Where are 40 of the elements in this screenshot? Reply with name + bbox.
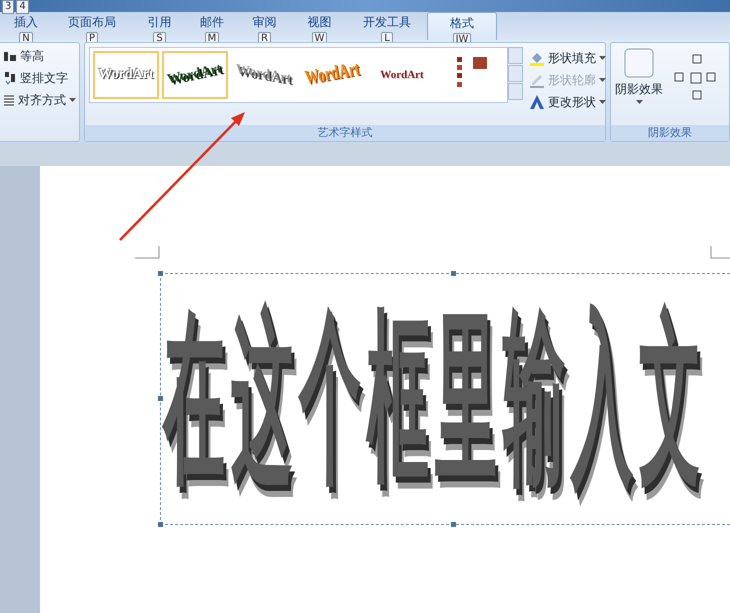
text-command[interactable]: 对齐方式 [3,89,76,111]
resize-handle[interactable] [158,271,163,276]
margin-corner-icon [135,246,161,260]
paint-bucket-icon [529,50,545,66]
wordart-style-thumbnail[interactable]: WordArt [93,51,159,99]
resize-handle[interactable] [158,396,163,401]
align-icon [3,94,15,106]
text-command[interactable]: 等高 [3,45,44,67]
wordart-sample: WordArt [166,61,224,89]
vertical-text-icon [3,71,17,85]
caret-icon [636,100,642,104]
caret-icon [599,100,606,104]
caret-icon [599,56,606,60]
shape-command[interactable]: 更改形状 [529,91,606,113]
wordart-sample: WordArt [304,59,362,91]
gallery-scroll-up[interactable] [508,47,523,64]
wordart-sample: WordArt [98,67,154,83]
gallery-expand[interactable] [508,83,523,100]
margin-corner-icon [710,246,730,260]
wordart-text: 在这个框里输入文 [163,287,707,508]
resize-handle[interactable] [451,522,456,527]
resize-handle[interactable] [158,522,163,527]
wordart-style-thumbnail[interactable]: WordArt [162,51,228,99]
group-label: 阴影效果 [611,125,729,141]
group-label: 艺术字样式 [85,125,605,141]
text-command[interactable]: 竖排文字 [3,67,68,89]
resize-handle[interactable] [451,271,456,276]
key-tip: 3 [2,0,14,14]
letter-a-shape-icon [529,94,545,110]
wordart-sample: WordArt [236,62,292,88]
wordart-sample: WordArt [380,69,424,81]
pencil-icon [529,72,545,88]
key-tip: 4 [16,0,29,14]
even-height-icon [3,50,17,62]
wordart-frame[interactable]: 在这个框里输入文 [160,273,730,525]
shape-command[interactable]: 形状填充 [529,47,606,69]
gallery-scroll-down[interactable] [508,65,523,82]
shadow-effect-button[interactable]: 阴影效果 [615,47,663,104]
shadow-square-icon [623,47,655,79]
caret-icon [599,78,606,82]
